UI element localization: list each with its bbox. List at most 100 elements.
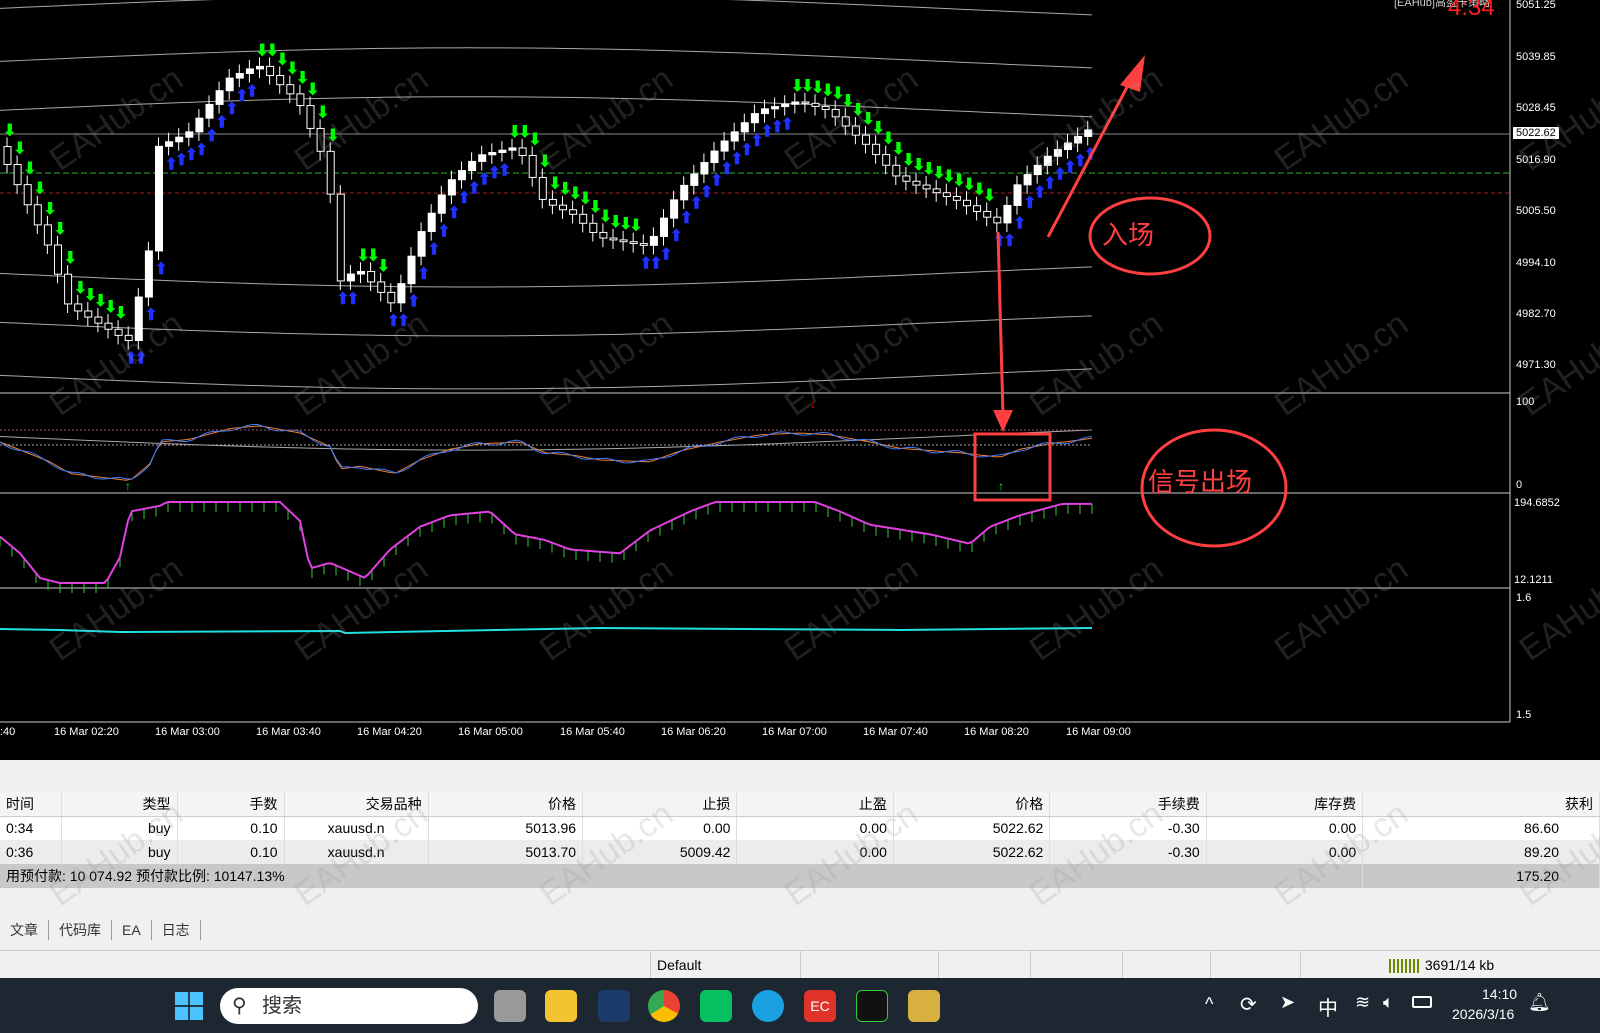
candle-body [710,150,719,164]
ec-icon[interactable]: EC [804,990,836,1022]
column-header[interactable]: 类型 [61,792,178,817]
candle-body [973,205,982,212]
candle-body [649,235,658,246]
buy-arrow: ⬆ [144,307,157,324]
column-header[interactable]: 手数 [177,792,285,817]
osc-tick: 100 [1516,396,1535,408]
battery-icon[interactable] [1412,996,1432,1008]
buy-arrow: ⬆ [407,294,420,311]
column-header[interactable]: 交易品种 [284,792,429,817]
chrome-icon[interactable] [648,990,680,1022]
buy-arrow: ⬆ [134,351,147,368]
start-icon[interactable] [175,992,203,1020]
candle-body [1043,155,1052,166]
candle-body [427,212,436,233]
summary-row: 用预付款: 10 074.92 预付款比例: 10147.13% 175.20 [0,864,1600,888]
column-header[interactable]: 价格 [428,792,584,817]
sell-arrow: ⬇ [114,305,127,322]
price-tick: 4982.70 [1516,308,1556,320]
candle-body [357,270,365,275]
cell: 0.00 [1206,840,1364,864]
status-bar: Default 3691/14 kb [0,950,1600,979]
candle-body [397,283,406,304]
candle-body [54,244,62,275]
candle-body [508,147,517,151]
sync-icon[interactable]: ⟳ [1240,992,1257,1017]
sell-arrow: ⬇ [538,153,551,170]
candle-body [144,250,153,298]
candle-body [791,101,800,105]
file-explorer-icon[interactable] [545,990,577,1022]
column-header[interactable]: 获利 [1362,792,1600,817]
column-header[interactable]: 价格 [893,792,1051,817]
candle-body [609,237,618,241]
current-price-label: 5022.62 [1513,127,1559,139]
location-icon[interactable]: ➤ [1280,992,1295,1013]
candle-body [559,204,567,211]
cell: 5013.70 [428,840,584,864]
candle-body [256,65,264,70]
buy-arrow: ⬆ [781,117,794,134]
envelope-band [0,315,1093,337]
candle-body [932,188,941,194]
column-header[interactable]: 库存费 [1206,792,1364,817]
volume-icon[interactable]: 🔈︎ [1383,992,1394,1013]
app-icon[interactable] [598,990,630,1022]
clock-date[interactable]: 2026/3/16 [1452,1006,1514,1022]
position-row[interactable]: 0:34 buy 0.10 xauusd.n 5013.96 0.00 0.00 5022.6… [0,816,1600,840]
column-header[interactable]: 时间 [0,792,63,817]
tab-codebase[interactable]: 代码库 [49,920,112,940]
time-tick: 16 Mar 08:20 [964,726,1029,738]
cell: 86.60 [1362,816,1600,840]
positions-table: 时间 类型 手数 交易品种 价格 止损 止盈 价格 手续费 库存费 获利 0:34 buy 0.10 xa… [0,792,1600,888]
wechat-icon[interactable] [700,990,732,1022]
cell: 0:36 [0,840,63,864]
candle-body [761,108,769,115]
candle-body [781,103,790,108]
price-tick: 4971.30 [1516,359,1556,371]
price-chart[interactable]: ⬇⬇⬇⬇⬇⬇⬇⬇⬇⬇⬇⬇⬆⬆⬆⬆⬆⬆⬆⬆⬆⬆⬆⬆⬆⬇⬇⬇⬇⬇⬇⬇⬇⬆⬆⬇⬇⬇⬆⬆… [0,0,1600,760]
column-header[interactable]: 手续费 [1049,792,1207,817]
time-tick: 16 Mar 07:40 [863,726,928,738]
candle-body [417,231,426,257]
wifi-icon[interactable]: ≋ [1355,992,1370,1013]
candle-body [1023,174,1032,186]
notification-bell-icon[interactable]: 🔔︎ [1528,992,1551,1013]
sell-arrow: ⬇ [983,187,996,204]
sell-arrow: ⬇ [54,221,67,238]
price-tick: 5005.50 [1516,205,1556,217]
column-header[interactable]: 止损 [582,792,738,817]
ime-indicator[interactable]: 中 [1318,992,1338,1021]
tab-ea[interactable]: EA [112,920,152,940]
buy-arrow: ⬆ [1013,215,1026,232]
tray-chevron-icon[interactable]: ^ [1205,994,1213,1015]
oscillator-line [0,501,1092,584]
cell: 5022.62 [893,816,1051,840]
music-icon[interactable] [856,990,888,1022]
tab-journal[interactable]: 日志 [152,920,201,940]
candle-body [104,322,113,330]
app2-icon[interactable] [908,990,940,1022]
candle-body [902,175,911,182]
candle-body [165,141,174,147]
candle-body [276,75,285,86]
exit-annotation: 信号出场 [1148,467,1253,497]
clock-time[interactable]: 14:10 [1482,986,1517,1002]
position-row[interactable]: 0:36 buy 0.10 xauusd.n 5013.70 5009.42 0.00 502… [0,840,1600,864]
candle-body [518,147,527,156]
candle-body [266,65,275,77]
tab-articles[interactable]: 文章 [0,920,49,940]
candle-body [478,154,487,162]
task-view-icon[interactable] [494,990,526,1022]
sell-arrow: ⬇ [306,82,319,99]
column-header[interactable]: 止盈 [736,792,894,817]
signal-up-arrow: ↑ [998,479,1004,493]
candle-body [922,184,931,190]
candle-body [94,316,103,324]
cell: xauusd.n [284,816,429,840]
buy-arrow: ⬆ [245,84,258,101]
price-tick: 5039.85 [1516,51,1556,63]
search-box[interactable]: ⚲ 搜索 [220,988,478,1024]
candle-body [488,151,497,156]
edge-icon[interactable] [752,990,784,1022]
